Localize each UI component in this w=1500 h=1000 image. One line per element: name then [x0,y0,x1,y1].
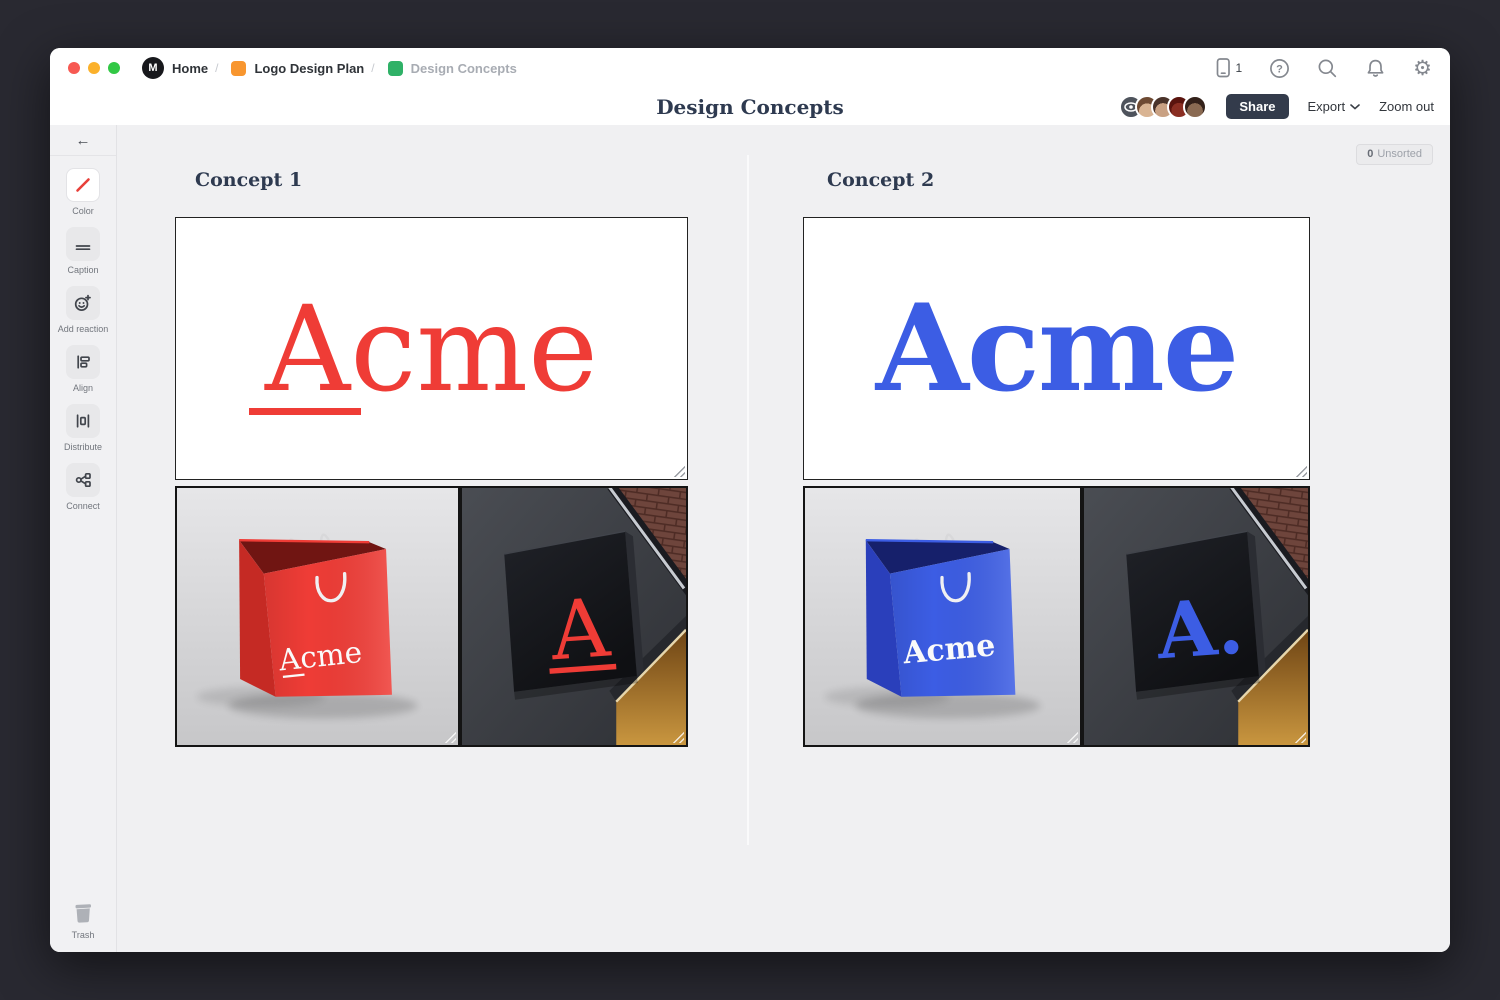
collapse-toolbar-button[interactable]: ← [50,125,116,156]
logo-wordmark: Acme [265,290,598,408]
caption-icon [74,235,92,253]
column-divider [747,155,749,845]
board-icon-green [388,61,403,76]
breadcrumb: Home / Logo Design Plan / Design Concept… [164,61,517,76]
tool-color[interactable]: Color [66,168,100,216]
unsorted-badge[interactable]: 0 Unsorted [1356,144,1433,165]
align-icon [74,353,92,371]
board-canvas[interactable]: 0 Unsorted Concept 1 Acme [117,125,1450,952]
header-actions: Share Export Zoom out [1119,88,1434,125]
notifications-button[interactable] [1365,58,1386,79]
board-icon-orange [231,61,246,76]
tool-label: Connect [66,501,100,511]
tool-connect[interactable]: Connect [66,463,100,511]
breadcrumb-current-page: Design Concepts [411,61,517,76]
app-body: ← Color [50,125,1450,952]
shopping-bag-mockup: Acme [805,488,1080,745]
search-button[interactable] [1317,58,1338,79]
sign-mockup-card-concept2[interactable]: A. [1082,486,1310,747]
svg-text:A.: A. [1153,581,1246,677]
board-header: Design Concepts Share Export [50,88,1450,125]
tool-caption[interactable]: Caption [66,227,100,275]
collaborator-avatars [1119,95,1207,119]
unsorted-label: Unsorted [1377,148,1422,160]
trash-label: Trash [72,930,95,940]
phone-icon [1216,58,1231,78]
breadcrumb-board-link[interactable]: Logo Design Plan [254,61,364,76]
logo-wordmark: Acme [876,289,1238,409]
breadcrumb-separator: / [215,61,218,75]
settings-button[interactable]: ⚙ [1413,58,1432,79]
distribute-icon [74,412,92,430]
tool-list: Color Caption [50,168,116,511]
traffic-light-maximize-button[interactable] [108,62,120,74]
svg-text:?: ? [1276,63,1283,75]
search-icon [1317,58,1338,79]
tool-label: Align [73,383,93,393]
logo-underline [249,408,361,415]
tool-label: Caption [67,265,98,275]
titlebar-actions: 1 ? ⚙ [1216,58,1432,79]
export-button[interactable]: Export [1308,99,1361,114]
tool-align[interactable]: Align [66,345,100,393]
zoom-out-button[interactable]: Zoom out [1379,99,1434,114]
sign-mockup-card-concept1[interactable]: A [460,486,688,747]
logo-card-concept2[interactable]: Acme [803,217,1310,480]
unsorted-count: 0 [1367,148,1373,160]
trash-drop-target[interactable]: Trash [50,900,116,940]
bag-mockup-card-concept2[interactable]: Acme [803,486,1082,747]
export-label: Export [1308,99,1346,114]
trash-icon [70,900,96,926]
titlebar: M Home / Logo Design Plan / Design Conce… [50,48,1450,88]
concept-column-heading[interactable]: Concept 1 [195,169,302,191]
back-arrow-icon: ← [76,132,91,149]
concept-column-heading[interactable]: Concept 2 [827,169,934,191]
storefront-sign-mockup: A [462,488,686,745]
traffic-light-minimize-button[interactable] [88,62,100,74]
share-button[interactable]: Share [1226,94,1288,119]
connect-icon [74,471,92,489]
mobile-devices-button[interactable]: 1 [1216,58,1242,78]
tool-add-reaction[interactable]: Add reaction [58,286,109,334]
traffic-light-close-button[interactable] [68,62,80,74]
add-reaction-icon [73,294,92,313]
chevron-down-icon [1350,104,1360,110]
resize-handle[interactable] [672,464,685,477]
shopping-bag-mockup: Acme [177,488,458,745]
bag-mockup-card-concept1[interactable]: Acme [175,486,460,747]
help-button[interactable]: ? [1269,58,1290,79]
app-window: M Home / Logo Design Plan / Design Conce… [50,48,1450,952]
breadcrumb-home-link[interactable]: Home [172,61,208,76]
desktop-background: { "colors": { "concept1_accent": "#EF3C3… [0,0,1500,1000]
tool-label: Distribute [64,442,102,452]
milanote-logo[interactable]: M [142,57,164,79]
tool-distribute[interactable]: Distribute [64,404,102,452]
breadcrumb-separator: / [371,61,374,75]
toolbar-sidebar: ← Color [50,125,117,952]
question-icon: ? [1269,58,1290,79]
resize-handle[interactable] [1294,464,1307,477]
gear-icon: ⚙ [1413,58,1432,79]
device-count: 1 [1235,61,1242,75]
bell-icon [1365,58,1386,79]
tool-label: Add reaction [58,324,109,334]
collaborator-avatar[interactable] [1183,95,1207,119]
logo-card-concept1[interactable]: Acme [175,217,688,480]
color-icon [74,176,92,194]
storefront-sign-mockup: A. [1084,488,1308,745]
tool-label: Color [72,206,94,216]
